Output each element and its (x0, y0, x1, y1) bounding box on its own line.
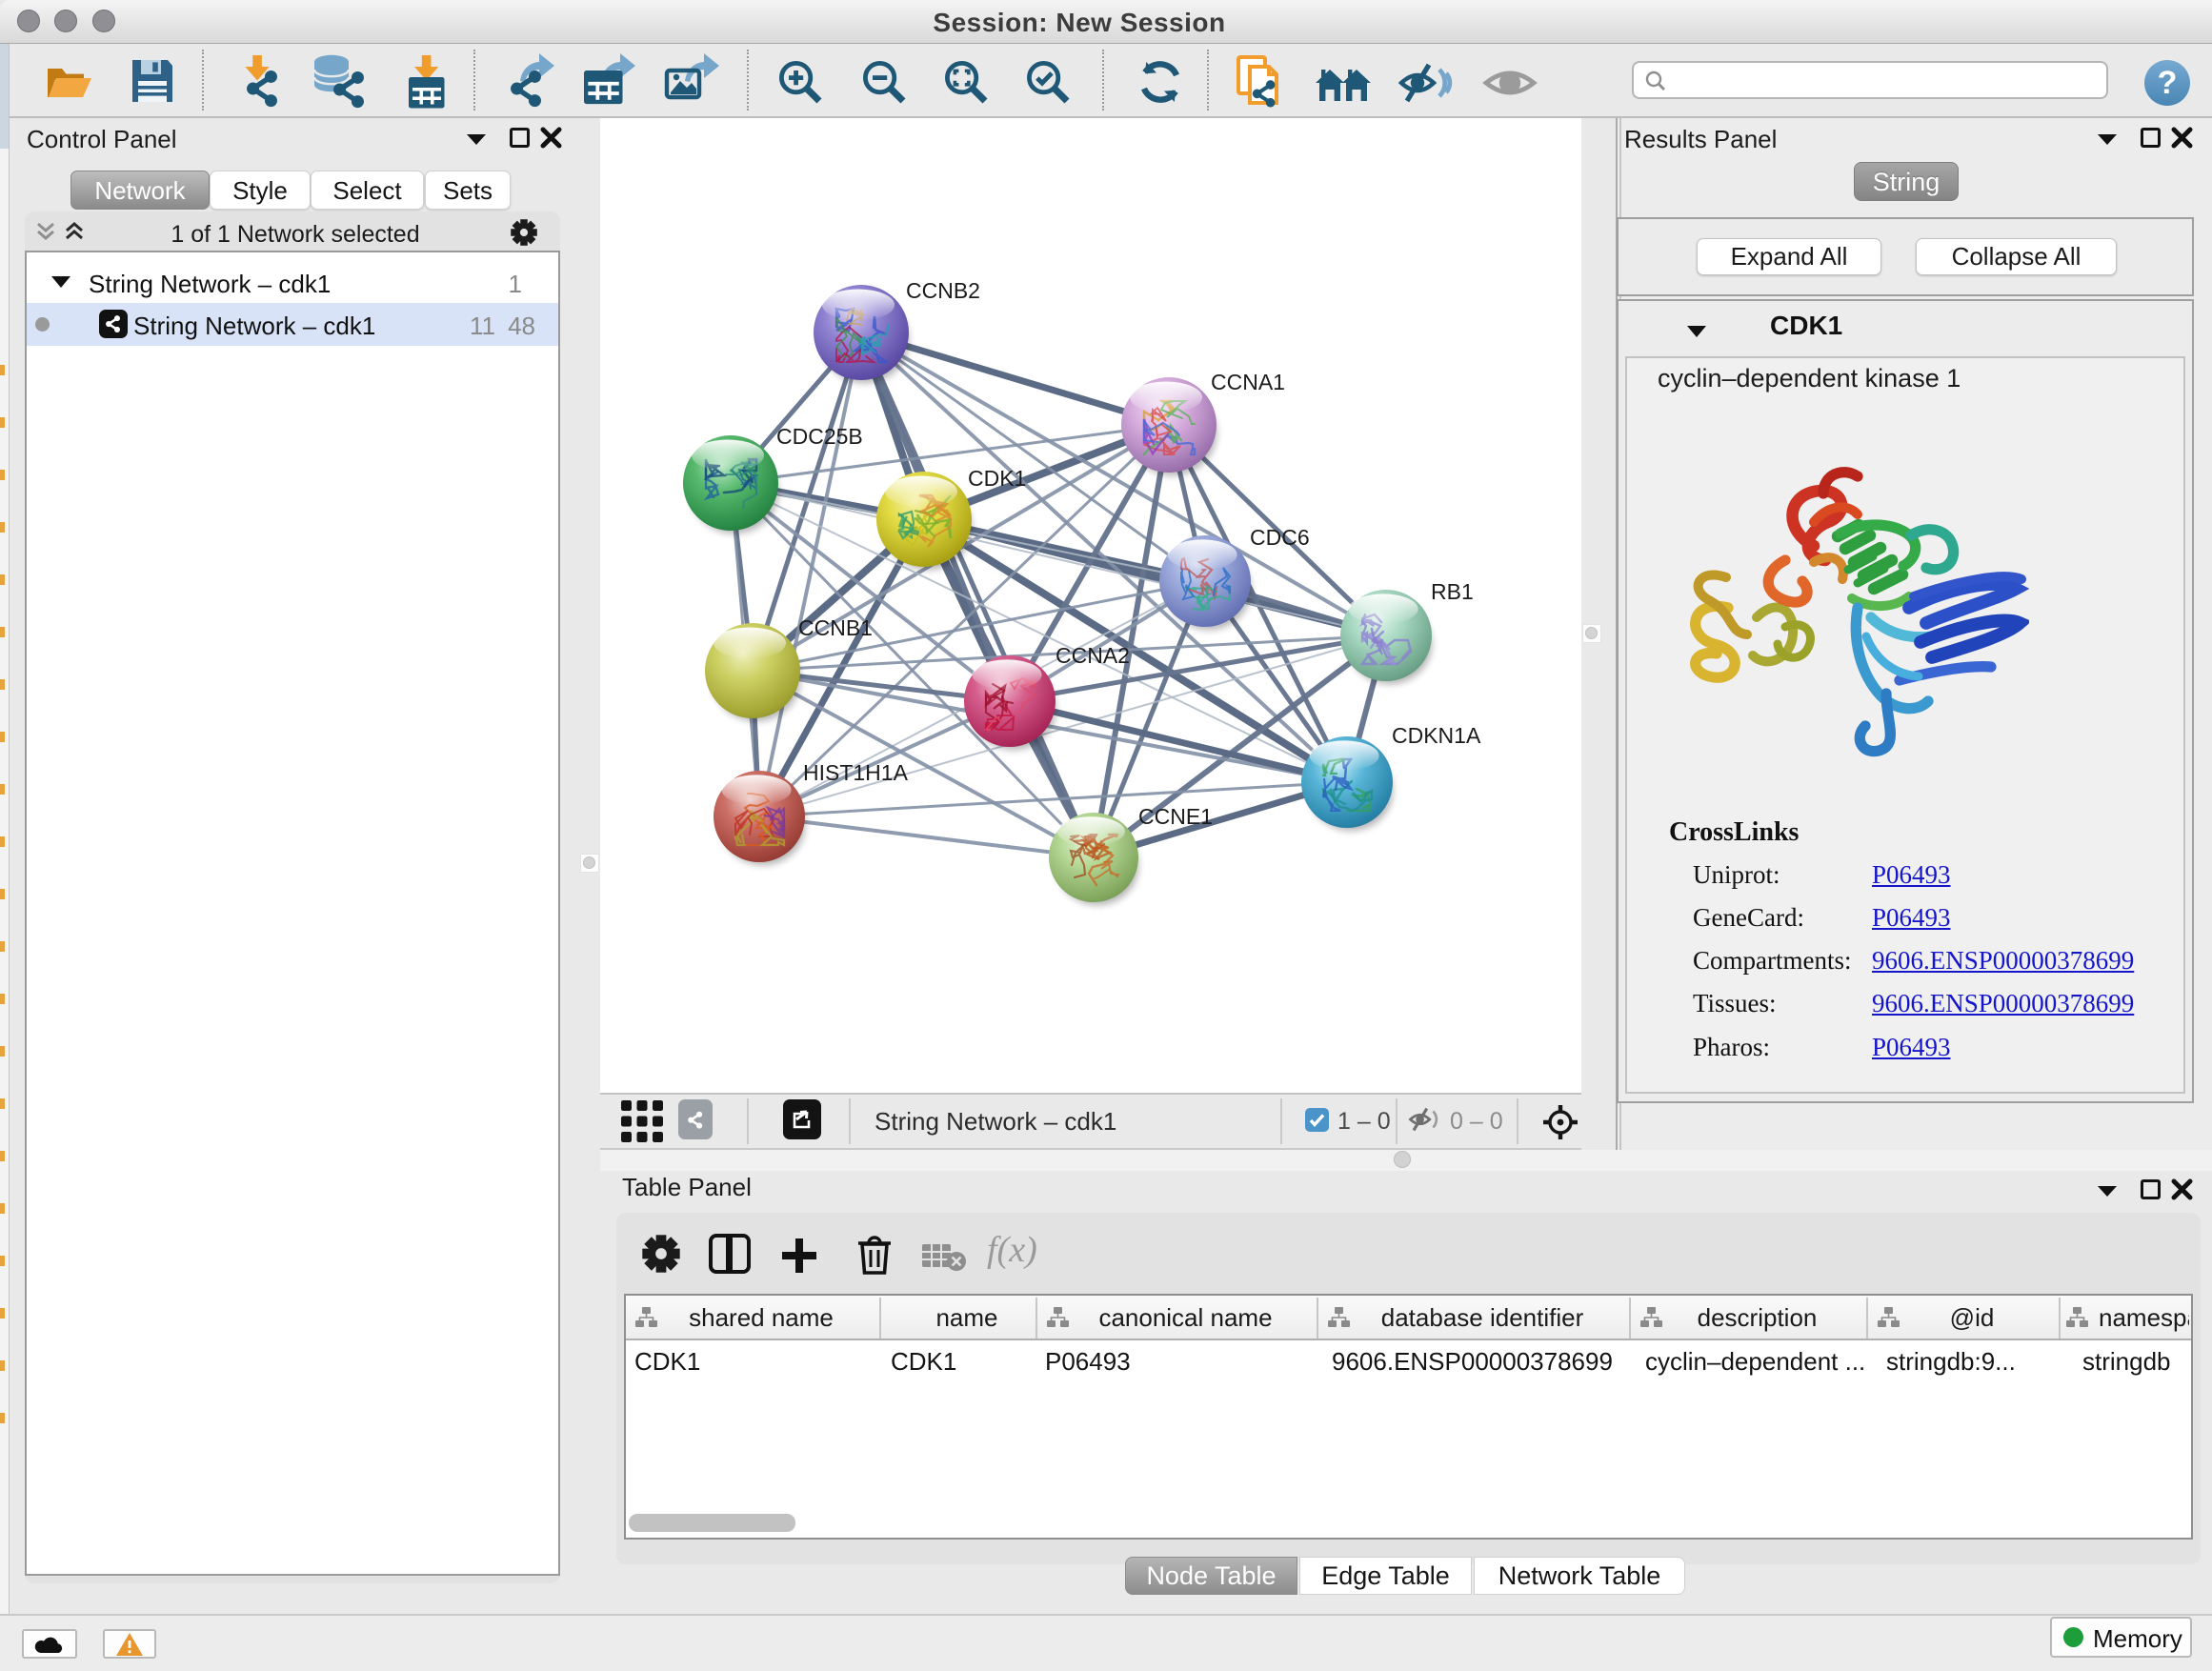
svg-text:RB1: RB1 (1431, 579, 1474, 604)
svg-text:CDC6: CDC6 (1250, 525, 1310, 550)
svg-text:CCNE1: CCNE1 (1138, 804, 1213, 829)
svg-text:CDKN1A: CDKN1A (1392, 723, 1481, 748)
svg-text:CDK1: CDK1 (968, 466, 1026, 491)
svg-text:CCNA2: CCNA2 (1056, 643, 1130, 668)
svg-text:CCNA1: CCNA1 (1211, 370, 1285, 394)
svg-text:CCNB1: CCNB1 (798, 615, 873, 640)
svg-text:HIST1H1A: HIST1H1A (803, 760, 909, 785)
svg-text:CDC25B: CDC25B (776, 424, 863, 449)
svg-text:CCNB2: CCNB2 (906, 278, 980, 303)
